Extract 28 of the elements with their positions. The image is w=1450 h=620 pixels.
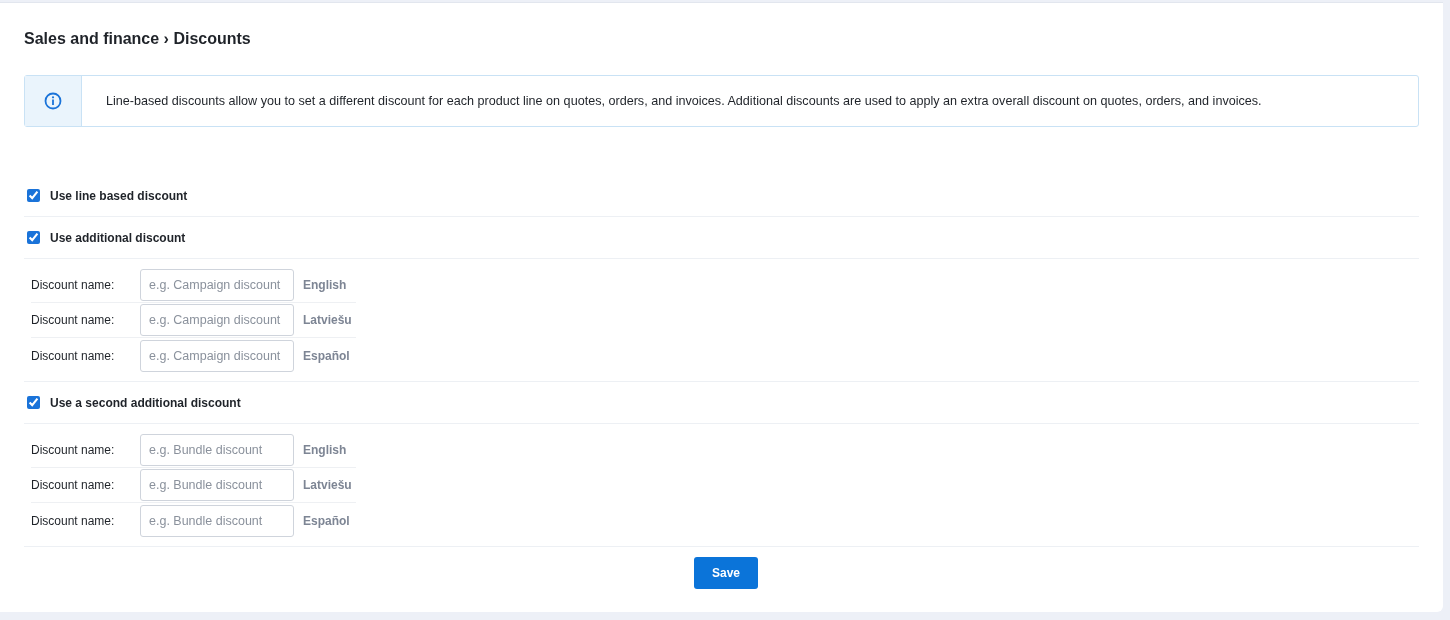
language-label: English [303,278,347,292]
discount-name-input[interactable]: e.g. Bundle discount [140,434,294,466]
language-label: Español [303,513,350,528]
language-label: Latviešu [303,313,352,327]
option-checkbox[interactable] [27,189,40,202]
language-label: English [303,443,347,457]
info-icon [44,92,62,110]
field-label: Discount name: [31,313,116,327]
discount-name-input[interactable]: e.g. Bundle discount [140,469,294,501]
option-checkbox[interactable] [27,231,40,244]
option-label: Use additional discount [50,230,186,245]
field-label: Discount name: [31,278,116,292]
info-text: Line-based discounts allow you to set a different discount for each product line on quotes, orders, and invoices. Additional discounts are used to apply an extra overall discount on quotes, orders, and invoices. [105,93,1262,110]
discount-name-input[interactable]: e.g. Campaign discount [140,269,294,301]
language-label: Latviešu [303,478,352,492]
discount-name-input[interactable]: e.g. Campaign discount [140,304,294,336]
field-label: Discount name: [31,443,116,457]
field-label: Discount name: [31,513,116,528]
discount-name-input[interactable]: e.g. Campaign discount [140,339,294,372]
field-label: Discount name: [31,348,116,363]
option-label: Use a second additional discount [50,395,241,410]
discount-name-input[interactable]: e.g. Bundle discount [140,504,294,537]
option-label: Use line based discount [50,188,188,203]
save-button[interactable]: Save [694,557,758,589]
option-checkbox[interactable] [27,396,40,409]
field-label: Discount name: [31,478,116,492]
language-label: Español [303,348,350,363]
breadcrumb-title: Sales and finance › Discounts [24,29,252,49]
